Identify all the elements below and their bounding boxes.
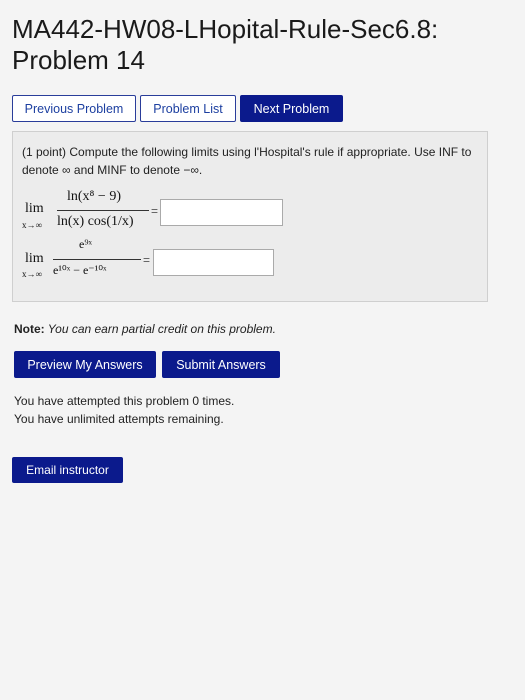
denominator-1: ln(x) cos(1/x)	[57, 214, 134, 229]
equals-sign-1: =	[151, 204, 159, 218]
note-text: You can earn partial credit on this prob…	[47, 322, 276, 336]
preview-answers-button[interactable]: Preview My Answers	[14, 351, 156, 378]
lim-label-2: lim	[25, 251, 44, 266]
page-title: MA442-HW08-LHopital-Rule-Sec6.8: Problem…	[12, 14, 525, 76]
numerator-1: ln(x⁸ − 9)	[67, 189, 121, 204]
problem-prompt: (1 point) Compute the following limits u…	[22, 145, 472, 177]
note-label: Note:	[14, 322, 45, 336]
partial-credit-note: Note: You can earn partial credit on thi…	[14, 322, 276, 336]
fraction-bar-2	[53, 259, 141, 260]
page-title-line2: Problem 14	[12, 45, 145, 75]
problem-list-button[interactable]: Problem List	[140, 95, 236, 122]
lim-subscript-2: x→∞	[22, 269, 42, 279]
numerator-2: e⁹ˣ	[79, 237, 92, 251]
attempts-count-text: You have attempted this problem 0 times.	[14, 394, 235, 408]
denominator-2: e¹⁰ˣ − e⁻¹⁰ˣ	[53, 263, 107, 277]
submit-answers-button[interactable]: Submit Answers	[162, 351, 280, 378]
lim-subscript-1: x→∞	[22, 220, 42, 230]
fraction-bar-1	[57, 210, 149, 211]
page-title-line1: MA442-HW08-LHopital-Rule-Sec6.8:	[12, 14, 439, 44]
answer-input-2[interactable]	[153, 249, 274, 276]
email-instructor-button[interactable]: Email instructor	[12, 457, 123, 483]
equals-sign-2: =	[143, 253, 151, 267]
next-problem-button[interactable]: Next Problem	[240, 95, 343, 122]
previous-problem-button[interactable]: Previous Problem	[12, 95, 136, 122]
answer-input-1[interactable]	[160, 199, 283, 226]
lim-label-1: lim	[25, 201, 44, 216]
problem-box: (1 point) Compute the following limits u…	[12, 131, 488, 302]
attempts-remaining-text: You have unlimited attempts remaining.	[14, 412, 224, 426]
